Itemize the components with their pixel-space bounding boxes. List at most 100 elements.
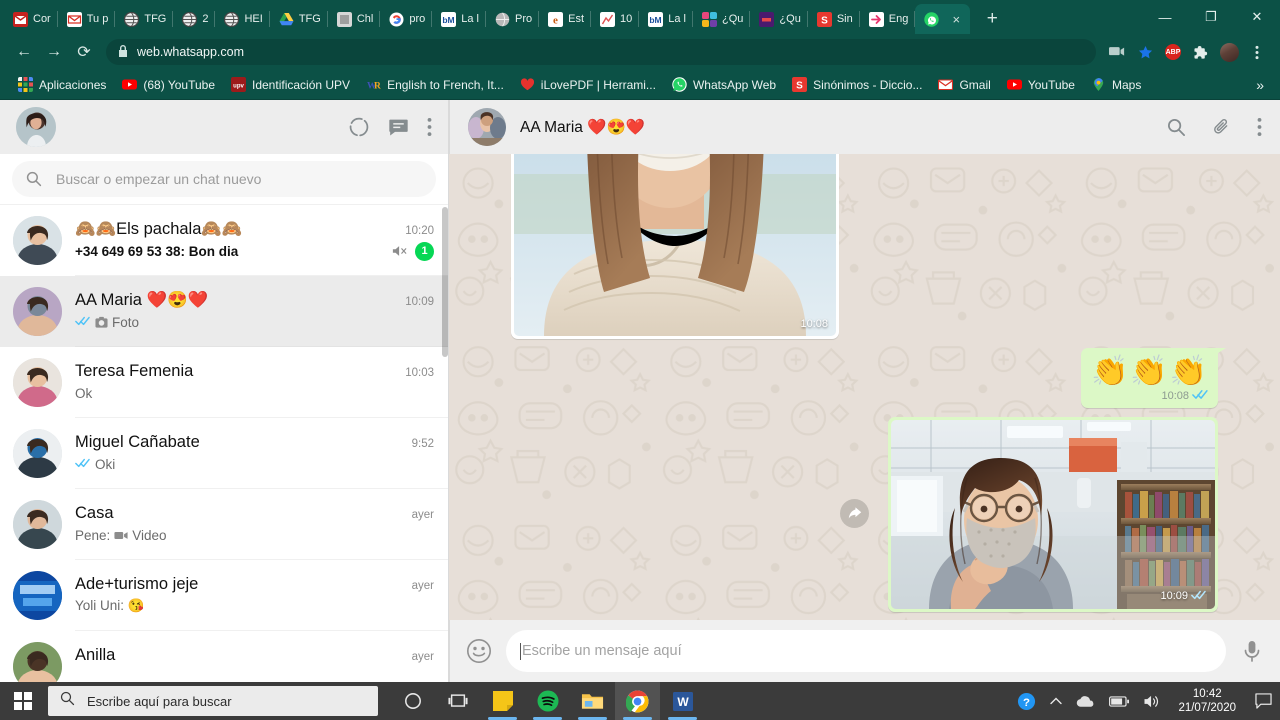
chat-list-item[interactable]: Ade+turismo jeje ayer Yoli Uni: 😘 — [0, 560, 448, 631]
browser-tab[interactable]: Eng — [860, 4, 916, 34]
browser-tab[interactable]: Pro — [486, 4, 540, 34]
new-tab-button[interactable]: + — [978, 5, 1006, 33]
minimize-button[interactable]: — — [1142, 0, 1188, 34]
back-icon[interactable]: ← — [10, 38, 38, 66]
chat-avatar[interactable] — [13, 571, 62, 620]
bookmark-item[interactable]: Gmail — [930, 74, 998, 95]
battery-icon[interactable] — [1102, 682, 1136, 720]
message-image[interactable]: 10:09 — [891, 420, 1215, 609]
message-image[interactable]: 10:08 — [514, 154, 836, 336]
chat-list-scrollbar[interactable] — [442, 207, 448, 357]
maximize-restore-button[interactable]: ❐ — [1188, 0, 1234, 34]
address-bar[interactable]: web.whatsapp.com — [106, 39, 1096, 65]
file-explorer-icon[interactable] — [570, 682, 615, 720]
chat-list-item[interactable]: 🙈🙈Els pachala🙈🙈 10:20 +34 649 69 53 38: Bo… — [0, 205, 448, 276]
browser-tab[interactable]: 2 — [173, 4, 216, 34]
gmail-icon — [938, 77, 954, 92]
browser-tab[interactable]: TFG — [270, 4, 328, 34]
chrome-menu-icon[interactable] — [1244, 39, 1270, 65]
extensions-icon[interactable] — [1188, 39, 1214, 65]
cortana-circle-icon[interactable] — [390, 682, 435, 720]
chat-list-item[interactable]: Teresa Femenia 10:03 Ok — [0, 347, 448, 418]
browser-tab[interactable]: ¿Qu — [750, 4, 809, 34]
bookmark-item[interactable]: S Sinónimos - Diccio... — [784, 74, 930, 95]
sticky-notes-icon[interactable] — [480, 682, 525, 720]
spotify-icon[interactable] — [525, 682, 570, 720]
browser-tab[interactable]: 10 — [591, 4, 640, 34]
conversation-header[interactable]: AA Maria ❤️😍❤️ — [449, 100, 1280, 154]
browser-tab[interactable]: Tu p — [58, 4, 116, 34]
browser-tab[interactable]: TFG — [115, 4, 174, 34]
browser-tab[interactable]: pro — [380, 4, 433, 34]
windows-start-icon[interactable] — [0, 682, 46, 720]
bookmark-item[interactable]: Maps — [1083, 74, 1149, 95]
chat-avatar[interactable] — [13, 287, 62, 336]
action-center-icon[interactable] — [1246, 682, 1280, 720]
chat-item-bottom-row: Oki — [75, 455, 434, 473]
image-message-bubble[interactable]: 10:09 — [888, 417, 1218, 612]
word-icon[interactable]: W — [660, 682, 705, 720]
message-input[interactable]: Escribe un mensaje aquí — [506, 630, 1226, 672]
bookmark-item[interactable]: YouTube — [999, 74, 1083, 95]
menu-dots-icon[interactable] — [427, 117, 432, 137]
bookmarks-overflow-icon[interactable]: » — [1250, 77, 1270, 93]
taskbar-search-input[interactable]: Escribe aquí para buscar — [48, 686, 378, 716]
emoji-smiley-icon[interactable] — [466, 638, 492, 664]
new-chat-icon[interactable] — [388, 117, 409, 138]
bookmark-item[interactable]: (68) YouTube — [114, 74, 223, 95]
browser-tab[interactable]: ¿Qu — [693, 4, 751, 34]
show-hidden-icons-chevron[interactable] — [1043, 682, 1069, 720]
task-view-icon[interactable] — [435, 682, 480, 720]
contact-avatar[interactable] — [468, 108, 506, 146]
browser-tab[interactable]: e Est — [539, 4, 591, 34]
chat-list-item[interactable]: Miguel Cañabate 9:52 Oki — [0, 418, 448, 489]
taskbar-clock[interactable]: 10:42 21/07/2020 — [1168, 682, 1246, 720]
browser-tab[interactable]: HEI — [215, 4, 271, 34]
cast-icon[interactable] — [1104, 39, 1130, 65]
browser-tab[interactable]: S Sin — [808, 4, 860, 34]
browser-tab[interactable]: bM La l — [639, 4, 693, 34]
browser-tab[interactable]: Cor — [4, 4, 58, 34]
chat-avatar[interactable] — [13, 358, 62, 407]
message-row: 10:08 — [511, 154, 1218, 339]
profile-avatar-icon[interactable] — [1216, 39, 1242, 65]
menu-dots-icon[interactable] — [1257, 117, 1262, 137]
image-message-bubble[interactable]: 10:08 — [511, 154, 839, 339]
chat-avatar[interactable] — [13, 642, 62, 682]
help-question-icon[interactable]: ? — [1010, 682, 1043, 720]
browser-tab[interactable]: bM La l — [432, 4, 486, 34]
chrome-icon[interactable] — [615, 682, 660, 720]
bookmark-item[interactable]: Aplicaciones — [10, 74, 114, 95]
avatar[interactable] — [16, 107, 56, 147]
forward-button[interactable] — [840, 499, 869, 528]
reload-icon[interactable]: ⟳ — [70, 38, 98, 66]
bookmark-star-icon[interactable] — [1132, 39, 1158, 65]
volume-icon[interactable] — [1136, 682, 1168, 720]
onedrive-cloud-icon[interactable] — [1069, 682, 1102, 720]
search-input[interactable]: Buscar o empezar un chat nuevo — [12, 161, 436, 197]
bookmark-item[interactable]: WhatsApp Web — [664, 74, 784, 95]
browser-tab[interactable]: × — [915, 4, 971, 34]
chat-avatar[interactable] — [13, 429, 62, 478]
chat-avatar[interactable] — [13, 216, 62, 265]
chat-list-item[interactable]: AA Maria ❤️😍❤️ 10:09 Foto — [0, 276, 448, 347]
bookmark-item[interactable]: upv Identificación UPV — [223, 74, 358, 95]
message-meta: 10:08 — [1091, 389, 1209, 403]
microphone-icon[interactable] — [1240, 639, 1264, 663]
chat-avatar[interactable] — [13, 500, 62, 549]
browser-tab[interactable]: Chl — [328, 4, 381, 34]
adblock-icon[interactable]: ABP — [1160, 39, 1186, 65]
tab-close-icon[interactable]: × — [949, 13, 963, 26]
bookmark-item[interactable]: W R English to French, It... — [358, 74, 512, 95]
window-close-button[interactable]: ✕ — [1234, 0, 1280, 34]
bookmark-item[interactable]: iLovePDF | Herrami... — [512, 74, 664, 95]
text-message-bubble[interactable]: 👏👏👏 10:08 — [1080, 348, 1227, 408]
attach-clip-icon[interactable] — [1212, 118, 1231, 137]
forward-icon[interactable]: → — [40, 38, 68, 66]
search-icon[interactable] — [1167, 118, 1186, 137]
chat-list[interactable]: 🙈🙈Els pachala🙈🙈 10:20 +34 649 69 53 38: Bo… — [0, 205, 448, 682]
status-circle-icon[interactable] — [348, 116, 370, 138]
message-area[interactable]: 10:08 👏👏👏 10:08 10:09 — [449, 154, 1280, 620]
chat-list-item[interactable]: Anilla ayer — [0, 631, 448, 682]
chat-list-item[interactable]: Casa ayer Pene: Video — [0, 489, 448, 560]
